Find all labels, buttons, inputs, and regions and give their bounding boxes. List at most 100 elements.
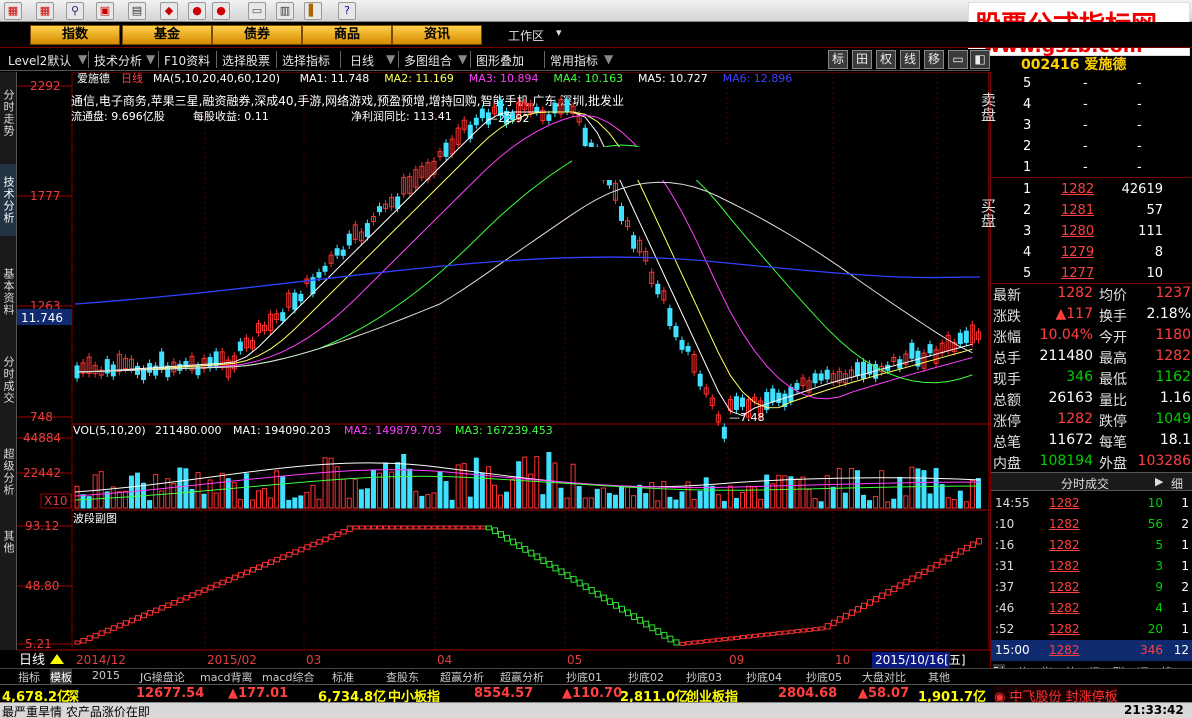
chevron-down-icon[interactable]: ▼ xyxy=(458,52,467,66)
volume-bar xyxy=(782,475,788,509)
toggle-grid[interactable]: 田 xyxy=(852,50,872,69)
menu-common-indicators[interactable]: 常用指标 xyxy=(550,52,598,69)
chevron-down-icon[interactable]: ▼ xyxy=(604,52,613,66)
wave-bar xyxy=(733,635,740,640)
grid-icon[interactable]: ▦ xyxy=(36,2,54,20)
bars-icon[interactable]: ▌ xyxy=(304,2,322,20)
indicator-tab[interactable]: 指标 xyxy=(18,669,40,684)
index-ticker-item[interactable]: ▲177.01 xyxy=(228,686,288,701)
indicator-tab[interactable]: 查股东 xyxy=(386,669,419,684)
indicator-tab[interactable]: 超赢分析 xyxy=(440,669,484,684)
wave-bar xyxy=(280,554,287,560)
grid-icon[interactable]: ▦ xyxy=(4,2,22,20)
nav-bond-button[interactable]: 债券 xyxy=(212,25,302,45)
doc-icon[interactable]: ▤ xyxy=(128,2,146,20)
menu-select-indicator[interactable]: 选择指标 xyxy=(282,52,330,69)
menu-overlay[interactable]: 图形叠加 xyxy=(476,52,524,69)
toggle-move[interactable]: 移 xyxy=(924,50,944,69)
indicator-tab[interactable]: 模板 xyxy=(50,669,72,684)
index-ticker-item[interactable]: 2804.68 xyxy=(778,686,837,701)
index-ticker-item[interactable]: ▲110.70 xyxy=(562,686,622,701)
menu-technical-analysis[interactable]: 技术分析 xyxy=(94,52,142,69)
indicator-tab[interactable]: macd背离 xyxy=(200,669,253,684)
book-icon[interactable]: ▥ xyxy=(276,2,294,20)
ask-volume: - xyxy=(1137,76,1142,91)
dropdown-arrow-icon[interactable]: ▾ xyxy=(556,26,562,39)
indicator-tab[interactable]: 标准 xyxy=(332,669,354,684)
tab-fundamentals[interactable]: 基本资料 xyxy=(0,256,16,328)
tab-intraday[interactable]: 分时走势 xyxy=(0,76,16,150)
stat-label: 最新 xyxy=(993,288,1021,304)
tick-price: 1282 xyxy=(1049,517,1080,531)
indicator-tab[interactable]: 抄底01 xyxy=(566,669,602,684)
expand-arrow-icon[interactable]: ▶ xyxy=(1155,475,1163,488)
kline-chart[interactable]: 22921777126374811.746爱施德 日线 MA(5,10,20,40,… xyxy=(17,72,990,668)
ask-volume: - xyxy=(1137,97,1142,112)
tab-super-analysis[interactable]: 超级分析 xyxy=(0,436,16,508)
volume-bar xyxy=(449,499,455,509)
volume-bar xyxy=(909,466,915,509)
chevron-down-icon[interactable]: ▼ xyxy=(78,52,87,66)
ask-row: 4 - - xyxy=(991,95,1192,116)
tab-ticks[interactable]: 分时成交 xyxy=(0,344,16,416)
tick-row[interactable]: :46 1282 4 1 xyxy=(991,598,1192,619)
indicator-tab[interactable]: 抄底04 xyxy=(746,669,782,684)
indicator-tab[interactable]: 抄底02 xyxy=(628,669,664,684)
workspace-label[interactable]: 工作区 xyxy=(508,27,544,44)
tab-technical[interactable]: 技术分析 xyxy=(0,164,16,236)
nav-news-button[interactable]: 资讯 xyxy=(392,25,482,45)
menu-select-stock[interactable]: 选择股票 xyxy=(222,52,270,69)
wave-bar xyxy=(243,569,250,576)
tick-row[interactable]: :31 1282 3 1 xyxy=(991,556,1192,577)
doc-icon[interactable]: ▭ xyxy=(248,2,266,20)
nav-fund-button[interactable]: 基金 xyxy=(122,25,212,45)
tick-row[interactable]: :16 1282 5 1 xyxy=(991,535,1192,556)
ma-value-label: MA1: 11.748 xyxy=(300,72,370,85)
wave-bar xyxy=(631,613,638,620)
ticks-detail-button[interactable]: 细 xyxy=(1171,475,1183,492)
toggle-mark[interactable]: 标 xyxy=(828,50,848,69)
indicator-tab[interactable]: 抄底03 xyxy=(686,669,722,684)
indicator-tab[interactable]: 超赢分析 xyxy=(500,669,544,684)
indicator-tab[interactable]: 2015 xyxy=(92,669,120,684)
volume-bar xyxy=(770,483,776,509)
toggle-line[interactable]: 线 xyxy=(900,50,920,69)
binoculars-icon[interactable]: ⚲ xyxy=(66,2,84,20)
indicator-tab[interactable]: 大盘对比 xyxy=(862,669,906,684)
ma-value-label: MA3: 10.894 xyxy=(469,72,539,85)
diamond-icon[interactable]: ◆ xyxy=(160,2,178,20)
index-ticker-item[interactable]: 8554.57 xyxy=(474,686,533,701)
tick-row[interactable]: 15:00 1282 346 12 xyxy=(991,640,1192,661)
nav-commodity-button[interactable]: 商品 xyxy=(302,25,392,45)
menu-level2-default[interactable]: Level2默认 xyxy=(8,52,71,69)
box-icon[interactable]: ▣ xyxy=(96,2,114,20)
stat-value: 1282 xyxy=(1057,411,1093,427)
tick-row[interactable]: :52 1282 20 1 xyxy=(991,619,1192,640)
menu-period[interactable]: 日线 xyxy=(350,52,374,69)
globe-icon[interactable]: ● xyxy=(188,2,206,20)
indicator-tab[interactable]: 抄底05 xyxy=(806,669,842,684)
tab-other[interactable]: 其他 xyxy=(0,524,16,560)
indicator-tab[interactable]: 其他 xyxy=(928,669,950,684)
menu-f10[interactable]: F10资料 xyxy=(164,52,210,69)
tick-row[interactable]: 14:55 1282 10 1 xyxy=(991,493,1192,514)
indicator-tab[interactable]: JG操盘论 xyxy=(140,669,185,684)
chevron-down-icon[interactable]: ▼ xyxy=(146,52,155,66)
indicator-tab[interactable]: macd综合 xyxy=(262,669,315,684)
index-ticker-item[interactable]: ▲58.07 xyxy=(858,686,909,701)
volume-bar xyxy=(915,468,921,509)
toggle-rights[interactable]: 权 xyxy=(876,50,896,69)
tick-row[interactable]: :37 1282 9 2 xyxy=(991,577,1192,598)
nav-index-button[interactable]: 指数 xyxy=(30,25,120,45)
news-ticker[interactable]: 最严重旱情 农产品涨价在即 xyxy=(2,703,150,718)
chevron-down-icon[interactable]: ▼ xyxy=(386,52,395,66)
wave-bar xyxy=(425,525,432,530)
window-max-icon[interactable]: ◧ xyxy=(970,50,990,69)
help-icon[interactable]: ? xyxy=(338,2,356,20)
tick-row[interactable]: :10 1282 56 2 xyxy=(991,514,1192,535)
volume-bar xyxy=(643,493,649,509)
window-restore-icon[interactable]: ▭ xyxy=(948,50,968,69)
index-ticker-item[interactable]: 12677.54 xyxy=(136,686,204,701)
menu-multi-chart[interactable]: 多图组合 xyxy=(404,52,452,69)
globe-icon[interactable]: ● xyxy=(212,2,230,20)
